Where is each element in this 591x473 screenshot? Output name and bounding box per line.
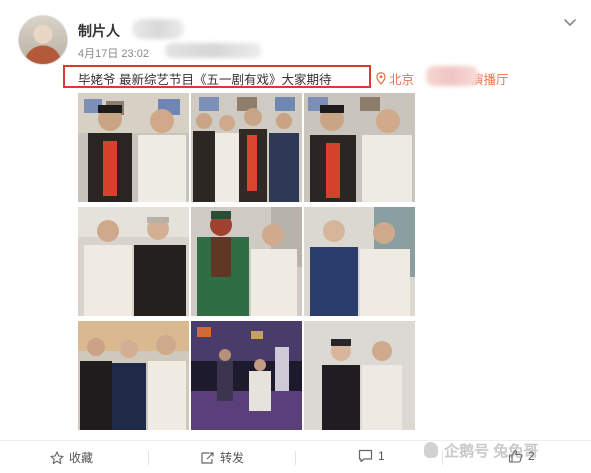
blurred-meta-region: [165, 43, 261, 58]
repost-label: 转发: [220, 451, 245, 465]
repost-button[interactable]: 转发: [200, 449, 244, 466]
author-name[interactable]: 制片人: [78, 21, 120, 41]
like-button[interactable]: 2: [508, 449, 535, 463]
location-pin-icon: [376, 72, 386, 85]
location-prefix: 北京: [389, 73, 415, 87]
favorite-label: 收藏: [69, 451, 94, 465]
blurred-name-region: [132, 19, 184, 39]
penguin-icon: [424, 442, 438, 458]
repost-icon: [201, 451, 214, 464]
like-icon: [508, 449, 523, 463]
chevron-down-icon[interactable]: [562, 14, 578, 30]
divider: [148, 451, 149, 465]
comment-button[interactable]: 1: [358, 449, 385, 463]
favorite-button[interactable]: 收藏: [50, 449, 93, 466]
photo-3[interactable]: [304, 93, 415, 202]
photo-4[interactable]: [78, 207, 189, 316]
blurred-location-region: [426, 66, 478, 86]
divider: [295, 451, 296, 465]
star-icon: [50, 450, 64, 464]
photo-7[interactable]: [78, 321, 189, 430]
photo-8[interactable]: [191, 321, 302, 430]
post-text: 毕姥爷 最新综艺节目《五一剧有戏》大家期待: [78, 73, 332, 87]
post-timestamp[interactable]: 4月17日 23:02: [78, 48, 149, 60]
photo-6[interactable]: [304, 207, 415, 316]
photo-2[interactable]: [191, 93, 302, 202]
post-meta: 4月17日 23:02: [78, 45, 149, 61]
photo-1[interactable]: [78, 93, 189, 202]
comment-count: 1: [378, 449, 385, 463]
comment-icon: [358, 449, 373, 463]
like-count: 2: [528, 449, 535, 463]
photo-9[interactable]: [304, 321, 415, 430]
avatar[interactable]: [18, 15, 68, 65]
photo-5[interactable]: [191, 207, 302, 316]
